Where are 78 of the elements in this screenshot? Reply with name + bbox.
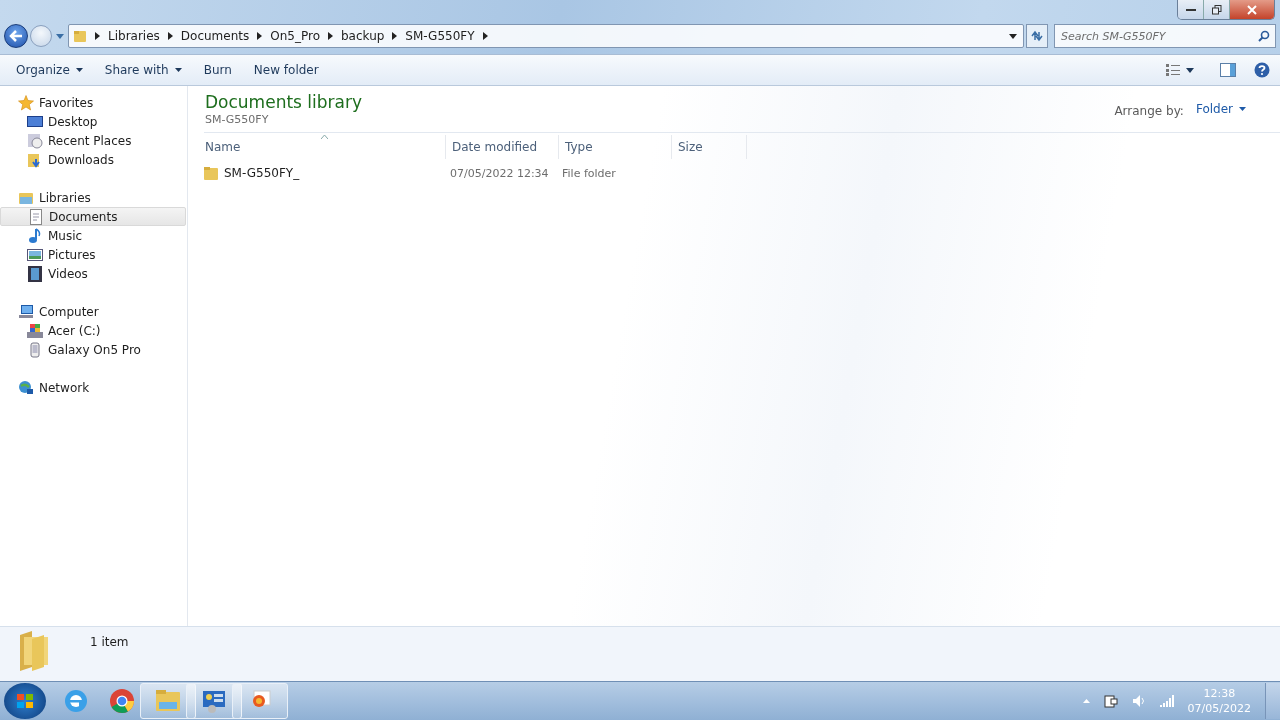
chevron-icon[interactable] [328,32,333,40]
file-row[interactable]: SM-G550FY_ 07/05/2022 12:34 File folder [204,162,1280,184]
back-button[interactable] [4,24,28,48]
address-bar[interactable]: Libraries Documents On5_Pro backup SM-G550FY [68,24,1024,48]
film-icon [27,265,43,282]
sidebar-item[interactable]: Music [0,226,186,245]
column-header[interactable]: Name [204,135,446,159]
chevron-icon[interactable] [167,32,173,40]
arrange-label: Arrange by: [1114,104,1184,118]
breadcrumb[interactable]: Libraries [108,29,160,43]
caret-icon [75,68,83,72]
column-header[interactable]: Size [672,135,747,159]
library-subtitle: SM-G550FY [205,113,270,126]
view-list-icon[interactable] [1166,64,1180,76]
sidebar-item[interactable]: Computer [0,302,186,321]
sidebar-item[interactable]: Desktop [0,112,186,131]
network-icon [18,379,34,396]
breadcrumb[interactable]: On5_Pro [270,29,320,43]
computer-icon [18,303,34,320]
sidebar-item[interactable]: Libraries [0,188,186,207]
column-header[interactable]: Date modified [446,135,559,159]
file-name: SM-G550FY_ [224,166,300,180]
chevron-icon[interactable] [392,32,398,40]
sidebar-item[interactable]: Pictures [0,245,186,264]
sidebar-item[interactable]: Recent Places [0,131,186,150]
table-cell-text: 07/05/2022 12:34 [449,166,550,180]
browser-e-icon [62,687,90,715]
breadcrumb[interactable]: Documents [180,29,250,43]
sidebar-item[interactable]: Videos [0,264,186,283]
download-folder-icon [27,151,43,168]
document-icon [28,208,44,225]
breadcrumb[interactable]: SM-G550FY [405,29,475,43]
restore-icon [1211,4,1222,15]
column-header[interactable]: Type [559,135,672,159]
taskbar-app[interactable] [232,683,288,719]
phone-icon [27,341,43,358]
sidebar-item[interactable]: Documents [0,207,186,226]
sidebar-item[interactable]: Galaxy On5 Pro [0,340,186,359]
dropdown-icon[interactable] [1009,33,1017,39]
refresh-icon [1030,30,1044,42]
toolbar-button[interactable]: New folder [245,59,327,81]
toolbar-button[interactable]: Organize [8,59,91,81]
drive-icon [27,322,43,339]
breadcrumb[interactable]: backup [341,29,385,43]
monitor-icon [27,113,43,130]
sidebar-item[interactable]: Favorites [0,93,186,112]
library-title: Documents library [205,92,363,112]
restore-button[interactable] [1204,0,1230,19]
sidebar-item[interactable]: Network [0,378,186,397]
close-icon [1247,4,1257,15]
folder-icon [204,166,218,180]
caret-icon [174,68,182,72]
refresh-button[interactable] [1026,24,1048,48]
start-button[interactable] [4,683,46,719]
sidebar-item[interactable]: Acer (C:) [0,321,186,340]
close-button[interactable] [1230,0,1274,19]
caret-icon [1239,107,1246,111]
folder-icon [73,29,87,43]
caret-icon[interactable] [1186,67,1194,73]
toolbar-button[interactable]: Burn [195,59,240,81]
table-cell-text: File folder [561,166,617,180]
preview-pane-icon[interactable] [1220,63,1236,77]
star-icon [18,94,34,111]
browser-circle-icon [108,687,136,715]
sidebar-item[interactable]: Downloads [0,150,186,169]
item-count: 1 item [90,635,129,649]
search-field[interactable]: Search SM-G550FY [1054,24,1276,48]
arrow-left-icon [9,30,23,42]
help-icon[interactable] [1254,62,1270,78]
arrange-dropdown[interactable]: Folder [1191,100,1250,118]
chevron-icon[interactable] [482,32,488,40]
chevron-icon[interactable] [95,32,100,40]
music-note-icon [27,227,43,244]
chevron-icon[interactable] [257,32,263,40]
minimize-button[interactable] [1178,0,1204,19]
picture-icon [27,246,43,263]
search-icon [1258,30,1270,42]
toolbar-button[interactable]: Share with [96,59,190,81]
